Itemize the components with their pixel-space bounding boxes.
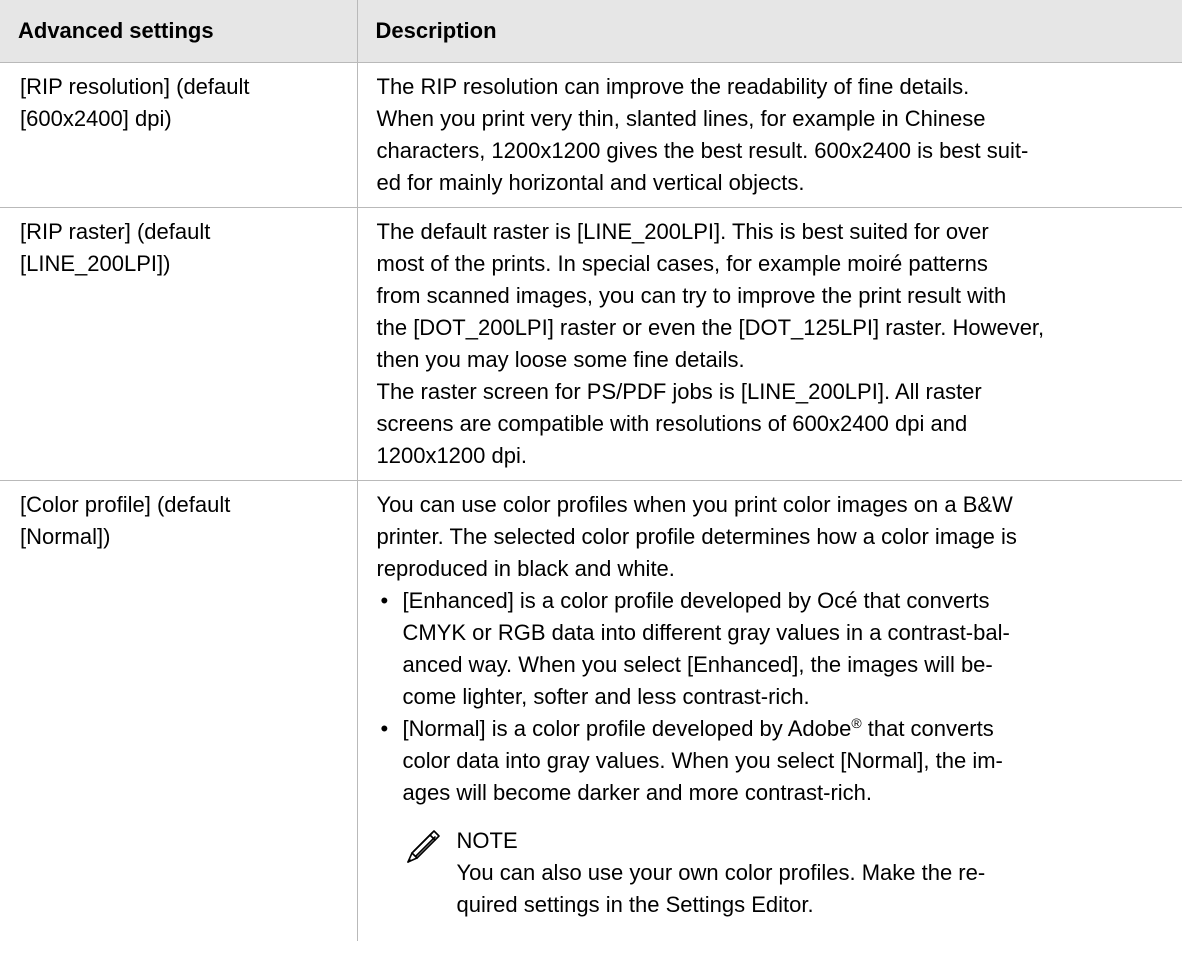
note-callout: NOTE You can also use your own color pro… [403,825,1165,921]
table-row: [RIP resolution] (default [600x2400] dpi… [0,62,1182,208]
bullet-line: color data into gray values. When you se… [402,748,1003,773]
description-line: reproduced in black and white. [376,556,675,581]
setting-line: [RIP raster] (default [20,219,211,244]
setting-cell-rip-raster: [RIP raster] (default [LINE_200LPI]) [0,207,358,481]
description-line: screens are compatible with resolutions … [376,411,968,436]
description-line: the [DOT_200LPI] raster or even the [DOT… [376,315,1045,340]
bullet-line: anced way. When you select [Enhanced], t… [402,652,993,677]
note-line: quired settings in the Settings Editor. [456,892,814,917]
color-profile-bullet-list: • [Enhanced] is a color profile develope… [377,585,1165,809]
bullet-text: [Normal] is a color profile developed by… [402,716,852,741]
bullet-line: ages will become darker and more contras… [402,780,873,805]
table-row: [Color profile] (default [Normal]) You c… [0,480,1182,941]
bullet-marker: • [380,588,389,613]
setting-line: [Normal]) [20,524,111,549]
description-line: The RIP resolution can improve the reada… [376,74,970,99]
bullet-text: that converts [861,716,994,741]
bullet-line: come lighter, softer and less contrast-r… [402,684,810,709]
description-line: from scanned images, you can try to impr… [376,283,1007,308]
header-description: Description [356,0,1182,63]
setting-cell-rip-resolution: [RIP resolution] (default [600x2400] dpi… [0,62,358,208]
bullet-marker: • [380,716,389,741]
bullet-line: CMYK or RGB data into different gray val… [402,620,1010,645]
description-line: When you print very thin, slanted lines,… [376,106,986,131]
description-line: ed for mainly horizontal and vertical ob… [376,170,805,195]
description-line: The raster screen for PS/PDF jobs is [LI… [376,379,982,404]
pencil-icon [406,830,440,863]
note-title: NOTE [456,828,518,853]
description-line: characters, 1200x1200 gives the best res… [376,138,1029,163]
advanced-settings-table: Advanced settings Description [RIP resol… [0,0,1182,941]
list-item-normal: • [Normal] is a color profile developed … [377,713,1165,809]
note-line: You can also use your own color profiles… [456,860,986,885]
header-advanced-settings: Advanced settings [0,0,358,63]
description-line: printer. The selected color profile dete… [376,524,1017,549]
bullet-line: [Normal] is a color profile developed by… [403,713,1165,745]
table-header-row: Advanced settings Description [0,0,1182,63]
setting-line: [RIP resolution] (default [20,74,250,99]
description-line: 1200x1200 dpi. [376,443,527,468]
setting-line: [LINE_200LPI]) [20,251,171,276]
description-cell-rip-resolution: The RIP resolution can improve the reada… [356,62,1182,208]
list-item-enhanced: • [Enhanced] is a color profile develope… [377,585,1165,713]
description-cell-color-profile: You can use color profiles when you prin… [356,480,1182,941]
description-line: most of the prints. In special cases, fo… [376,251,988,276]
description-line: The default raster is [LINE_200LPI]. Thi… [376,219,989,244]
setting-line: [Color profile] (default [20,492,231,517]
setting-cell-color-profile: [Color profile] (default [Normal]) [0,480,358,941]
setting-line: [600x2400] dpi) [20,106,172,131]
table-row: [RIP raster] (default [LINE_200LPI]) The… [0,207,1182,481]
bullet-line: [Enhanced] is a color profile developed … [402,588,990,613]
registered-mark: ® [851,715,862,731]
description-line: You can use color profiles when you prin… [376,492,1013,517]
description-cell-rip-raster: The default raster is [LINE_200LPI]. Thi… [356,207,1182,481]
description-line: then you may loose some fine details. [376,347,745,372]
note-body: NOTE You can also use your own color pro… [457,825,986,921]
